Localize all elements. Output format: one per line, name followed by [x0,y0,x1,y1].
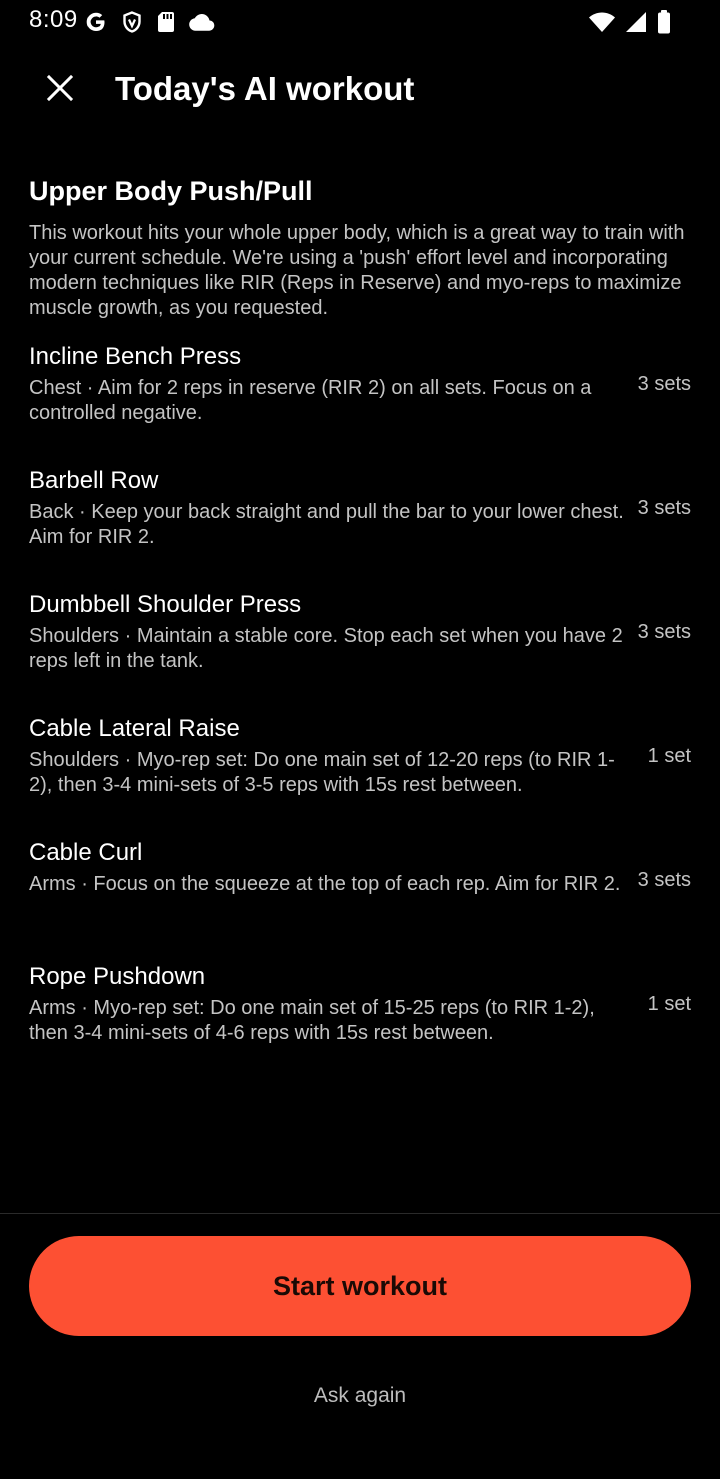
exercise-sets: 3 sets [637,869,691,891]
google-icon [84,10,108,34]
exercise-item[interactable]: Dumbbell Shoulder Press Shoulders · Main… [29,591,691,715]
page-title: Today's AI workout [115,70,415,107]
exercise-item[interactable]: Cable Curl Arms · Focus on the squeeze a… [29,839,691,963]
exercise-name: Cable Curl [29,839,143,866]
exercise-name: Barbell Row [29,467,159,494]
exercise-detail: Shoulders · Myo-rep set: Do one main set… [29,749,615,796]
shield-icon [120,10,144,34]
exercise-item[interactable]: Barbell Row Back · Keep your back straig… [29,467,691,591]
exercise-name: Dumbbell Shoulder Press [29,591,302,618]
exercise-sets: 3 sets [637,621,691,643]
ask-again-button[interactable]: Ask again [0,1384,720,1408]
exercise-sets: 3 sets [637,497,691,519]
close-icon [46,74,74,107]
status-notification-icons [84,8,216,36]
exercise-sets: 1 set [647,745,691,767]
workout-description: This workout hits your whole upper body,… [29,222,685,319]
sd-card-icon [156,10,176,34]
exercise-item[interactable]: Rope Pushdown Arms · Myo-rep set: Do one… [29,963,691,1087]
exercise-item[interactable]: Incline Bench Press Chest · Aim for 2 re… [29,343,691,467]
exercise-detail: Chest · Aim for 2 reps in reserve (RIR 2… [29,377,592,424]
exercise-name: Cable Lateral Raise [29,715,240,742]
exercise-sets: 3 sets [637,373,691,395]
exercise-detail: Arms · Myo-rep set: Do one main set of 1… [29,997,595,1044]
bottom-divider [0,1213,720,1214]
exercise-detail: Arms · Focus on the squeeze at the top o… [29,873,621,895]
exercise-list: Incline Bench Press Chest · Aim for 2 re… [29,343,691,1087]
exercise-detail: Shoulders · Maintain a stable core. Stop… [29,625,623,672]
exercise-name: Rope Pushdown [29,963,206,990]
cloud-icon [188,10,216,34]
status-bar: 8:09 [0,0,720,44]
exercise-name: Incline Bench Press [29,343,242,370]
exercise-sets: 1 set [647,993,691,1015]
battery-icon [656,9,672,35]
exercise-detail: Back · Keep your back straight and pull … [29,501,624,548]
status-system-icons [588,8,672,36]
close-button[interactable] [32,62,88,118]
cell-signal-icon [624,10,648,34]
exercise-item[interactable]: Cable Lateral Raise Shoulders · Myo-rep … [29,715,691,839]
start-workout-button[interactable]: Start workout [29,1236,691,1336]
wifi-icon [588,10,616,34]
workout-name: Upper Body Push/Pull [29,176,313,206]
status-time: 8:09 [29,6,78,33]
